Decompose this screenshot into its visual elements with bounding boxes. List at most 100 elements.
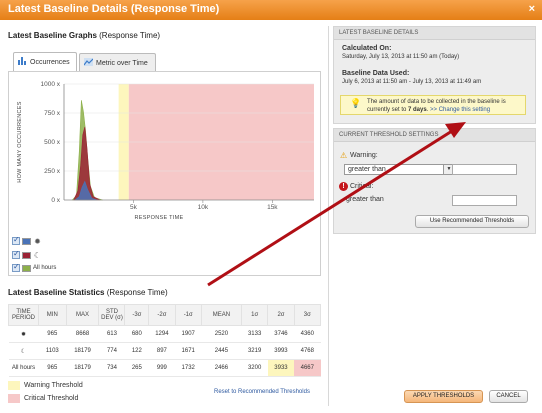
calculated-on-value: Saturday, July 13, 2013 at 11:50 am (Tod… bbox=[342, 54, 460, 60]
table-cell: 1103 bbox=[38, 342, 67, 360]
y-tick-label: 1000 x bbox=[40, 81, 60, 88]
table-cell: 4360 bbox=[294, 325, 321, 343]
critical-threshold-label: Critical Threshold bbox=[24, 395, 79, 402]
use-recommended-button[interactable]: Use Recommended Thresholds bbox=[415, 215, 529, 228]
col-header: MIN bbox=[38, 304, 67, 326]
x-axis-label: RESPONSE TIME bbox=[134, 215, 183, 221]
tab-occurrences[interactable]: Occurrences bbox=[13, 52, 77, 71]
col-header: -2σ bbox=[148, 304, 176, 326]
col-header: -1σ bbox=[174, 304, 202, 326]
data-used-value: July 6, 2013 at 11:50 am - July 13, 2013… bbox=[342, 79, 482, 85]
legend-night-swatch bbox=[22, 251, 31, 259]
occurrences-chart: 0 x 250 x 500 x 750 x 1000 x 5k 10k 15k RESPONSE… bbox=[17, 81, 314, 221]
legend-night-checkbox[interactable] bbox=[12, 249, 20, 259]
cancel-button[interactable]: CANCEL bbox=[489, 390, 528, 403]
y-tick-label: 500 x bbox=[44, 139, 61, 146]
dialog-title: Latest Baseline Details (Response Time) bbox=[8, 3, 220, 15]
legend-row-night: ☾ bbox=[12, 249, 42, 260]
tab-occurrences-label: Occurrences bbox=[30, 59, 70, 66]
graphs-heading: Latest Baseline Graphs (Response Time) bbox=[8, 31, 160, 40]
col-header: 1σ bbox=[240, 304, 269, 326]
period-label: All hours bbox=[8, 359, 39, 377]
critical-label: Critical: bbox=[350, 183, 374, 190]
table-cell: 2520 bbox=[201, 325, 242, 343]
critical-threshold-key: Critical Threshold bbox=[8, 394, 78, 403]
moon-icon: ☾ bbox=[8, 342, 39, 360]
warning-label: Warning: bbox=[350, 152, 378, 159]
table-cell: 122 bbox=[124, 342, 149, 360]
table-cell: 3200 bbox=[241, 359, 268, 377]
x-tick-label: 15k bbox=[267, 204, 278, 211]
sun-icon: ✹ bbox=[8, 325, 39, 343]
legend-row-day: ✹ bbox=[12, 235, 42, 246]
warning-icon: ⚠ bbox=[340, 151, 348, 160]
table-cell: 2466 bbox=[201, 359, 242, 377]
table-cell: 18179 bbox=[66, 342, 99, 360]
change-setting-link[interactable]: >> Change this setting bbox=[430, 107, 490, 113]
x-tick-label: 10k bbox=[198, 204, 209, 211]
legend-all-hours-label: All hours bbox=[33, 265, 57, 271]
warning-operator-select[interactable]: greater than ▼ bbox=[344, 164, 455, 175]
col-header: MEAN bbox=[200, 304, 242, 326]
stats-heading-rest: (Response Time) bbox=[104, 288, 168, 297]
table-cell: 3993 bbox=[267, 342, 295, 360]
table-cell: 18179 bbox=[66, 359, 99, 377]
baseline-details-header: LATEST BASELINE DETAILS bbox=[334, 27, 535, 40]
column-divider bbox=[328, 26, 329, 406]
legend-all-hours-checkbox[interactable] bbox=[12, 262, 20, 272]
critical-threshold-swatch bbox=[8, 394, 20, 403]
table-row: ☾ 1103 18179 774 122 897 1671 2445 3219 … bbox=[8, 342, 321, 360]
x-tick-label: 5k bbox=[130, 204, 138, 211]
table-cell: 774 bbox=[98, 342, 125, 360]
sun-icon: ✹ bbox=[34, 236, 41, 246]
reset-recommended-link[interactable]: Reset to Recommended Thresholds bbox=[214, 389, 310, 395]
table-cell: 999 bbox=[148, 359, 176, 377]
moon-icon: ☾ bbox=[33, 250, 42, 260]
warning-threshold-swatch bbox=[8, 381, 20, 390]
y-tick-label: 0 x bbox=[51, 197, 60, 204]
y-axis-label: HOW MANY OCCURRENCES bbox=[17, 101, 23, 182]
table-cell: 3746 bbox=[267, 325, 295, 343]
table-cell: 1907 bbox=[175, 325, 202, 343]
warning-threshold-label: Warning Threshold bbox=[24, 382, 83, 389]
table-cell: 1732 bbox=[175, 359, 202, 377]
table-cell: 734 bbox=[98, 359, 125, 377]
table-cell: 265 bbox=[124, 359, 149, 377]
col-header: MAX bbox=[65, 304, 100, 326]
legend-day-swatch bbox=[22, 237, 31, 245]
legend-day-checkbox[interactable] bbox=[12, 235, 20, 245]
baseline-stats-table: TIME PERIOD MIN MAX STD DEV (σ) -3σ -2σ … bbox=[8, 304, 322, 377]
threshold-settings-panel: CURRENT THRESHOLD SETTINGS ⚠ Warning: gr… bbox=[333, 128, 536, 234]
warning-threshold-key: Warning Threshold bbox=[8, 381, 83, 390]
table-cell: 897 bbox=[148, 342, 176, 360]
line-chart-icon bbox=[83, 58, 94, 66]
critical-operator[interactable]: greater than bbox=[346, 196, 384, 203]
critical-threshold-cell: 4667 bbox=[294, 359, 321, 377]
table-cell: 1294 bbox=[148, 325, 176, 343]
col-header: STD DEV (σ) bbox=[98, 304, 126, 326]
col-header: TIME PERIOD bbox=[8, 304, 39, 326]
apply-thresholds-button[interactable]: APPLY THRESHOLDS bbox=[404, 390, 483, 403]
table-cell: 3219 bbox=[241, 342, 268, 360]
close-icon[interactable]: × bbox=[529, 3, 535, 15]
table-cell: 680 bbox=[124, 325, 149, 343]
calculated-on-label: Calculated On: bbox=[342, 45, 392, 52]
tab-metric-over-time-label: Metric over Time bbox=[96, 60, 148, 67]
baseline-info-box: 💡 The amount of data to be collected in … bbox=[340, 95, 526, 115]
table-cell: 4768 bbox=[294, 342, 321, 360]
warning-value-input[interactable] bbox=[452, 164, 517, 175]
legend-row-all-hours: All hours bbox=[12, 262, 57, 273]
data-used-label: Baseline Data Used: bbox=[342, 70, 410, 77]
table-row: All hours 965 18179 734 265 999 1732 246… bbox=[8, 359, 321, 377]
stats-heading: Latest Baseline Statistics (Response Tim… bbox=[8, 288, 168, 297]
critical-value-input[interactable] bbox=[452, 195, 517, 206]
occurrences-graph-panel: 0 x 250 x 500 x 750 x 1000 x 5k 10k 15k RESPONSE… bbox=[8, 71, 321, 276]
table-cell: 965 bbox=[38, 359, 67, 377]
graphs-heading-rest: (Response Time) bbox=[96, 31, 161, 40]
col-header: -3σ bbox=[124, 304, 150, 326]
bar-chart-icon bbox=[18, 57, 27, 65]
table-cell: 613 bbox=[98, 325, 125, 343]
col-header: 2σ bbox=[267, 304, 295, 326]
y-tick-label: 250 x bbox=[44, 168, 61, 175]
tab-metric-over-time[interactable]: Metric over Time bbox=[79, 53, 156, 71]
